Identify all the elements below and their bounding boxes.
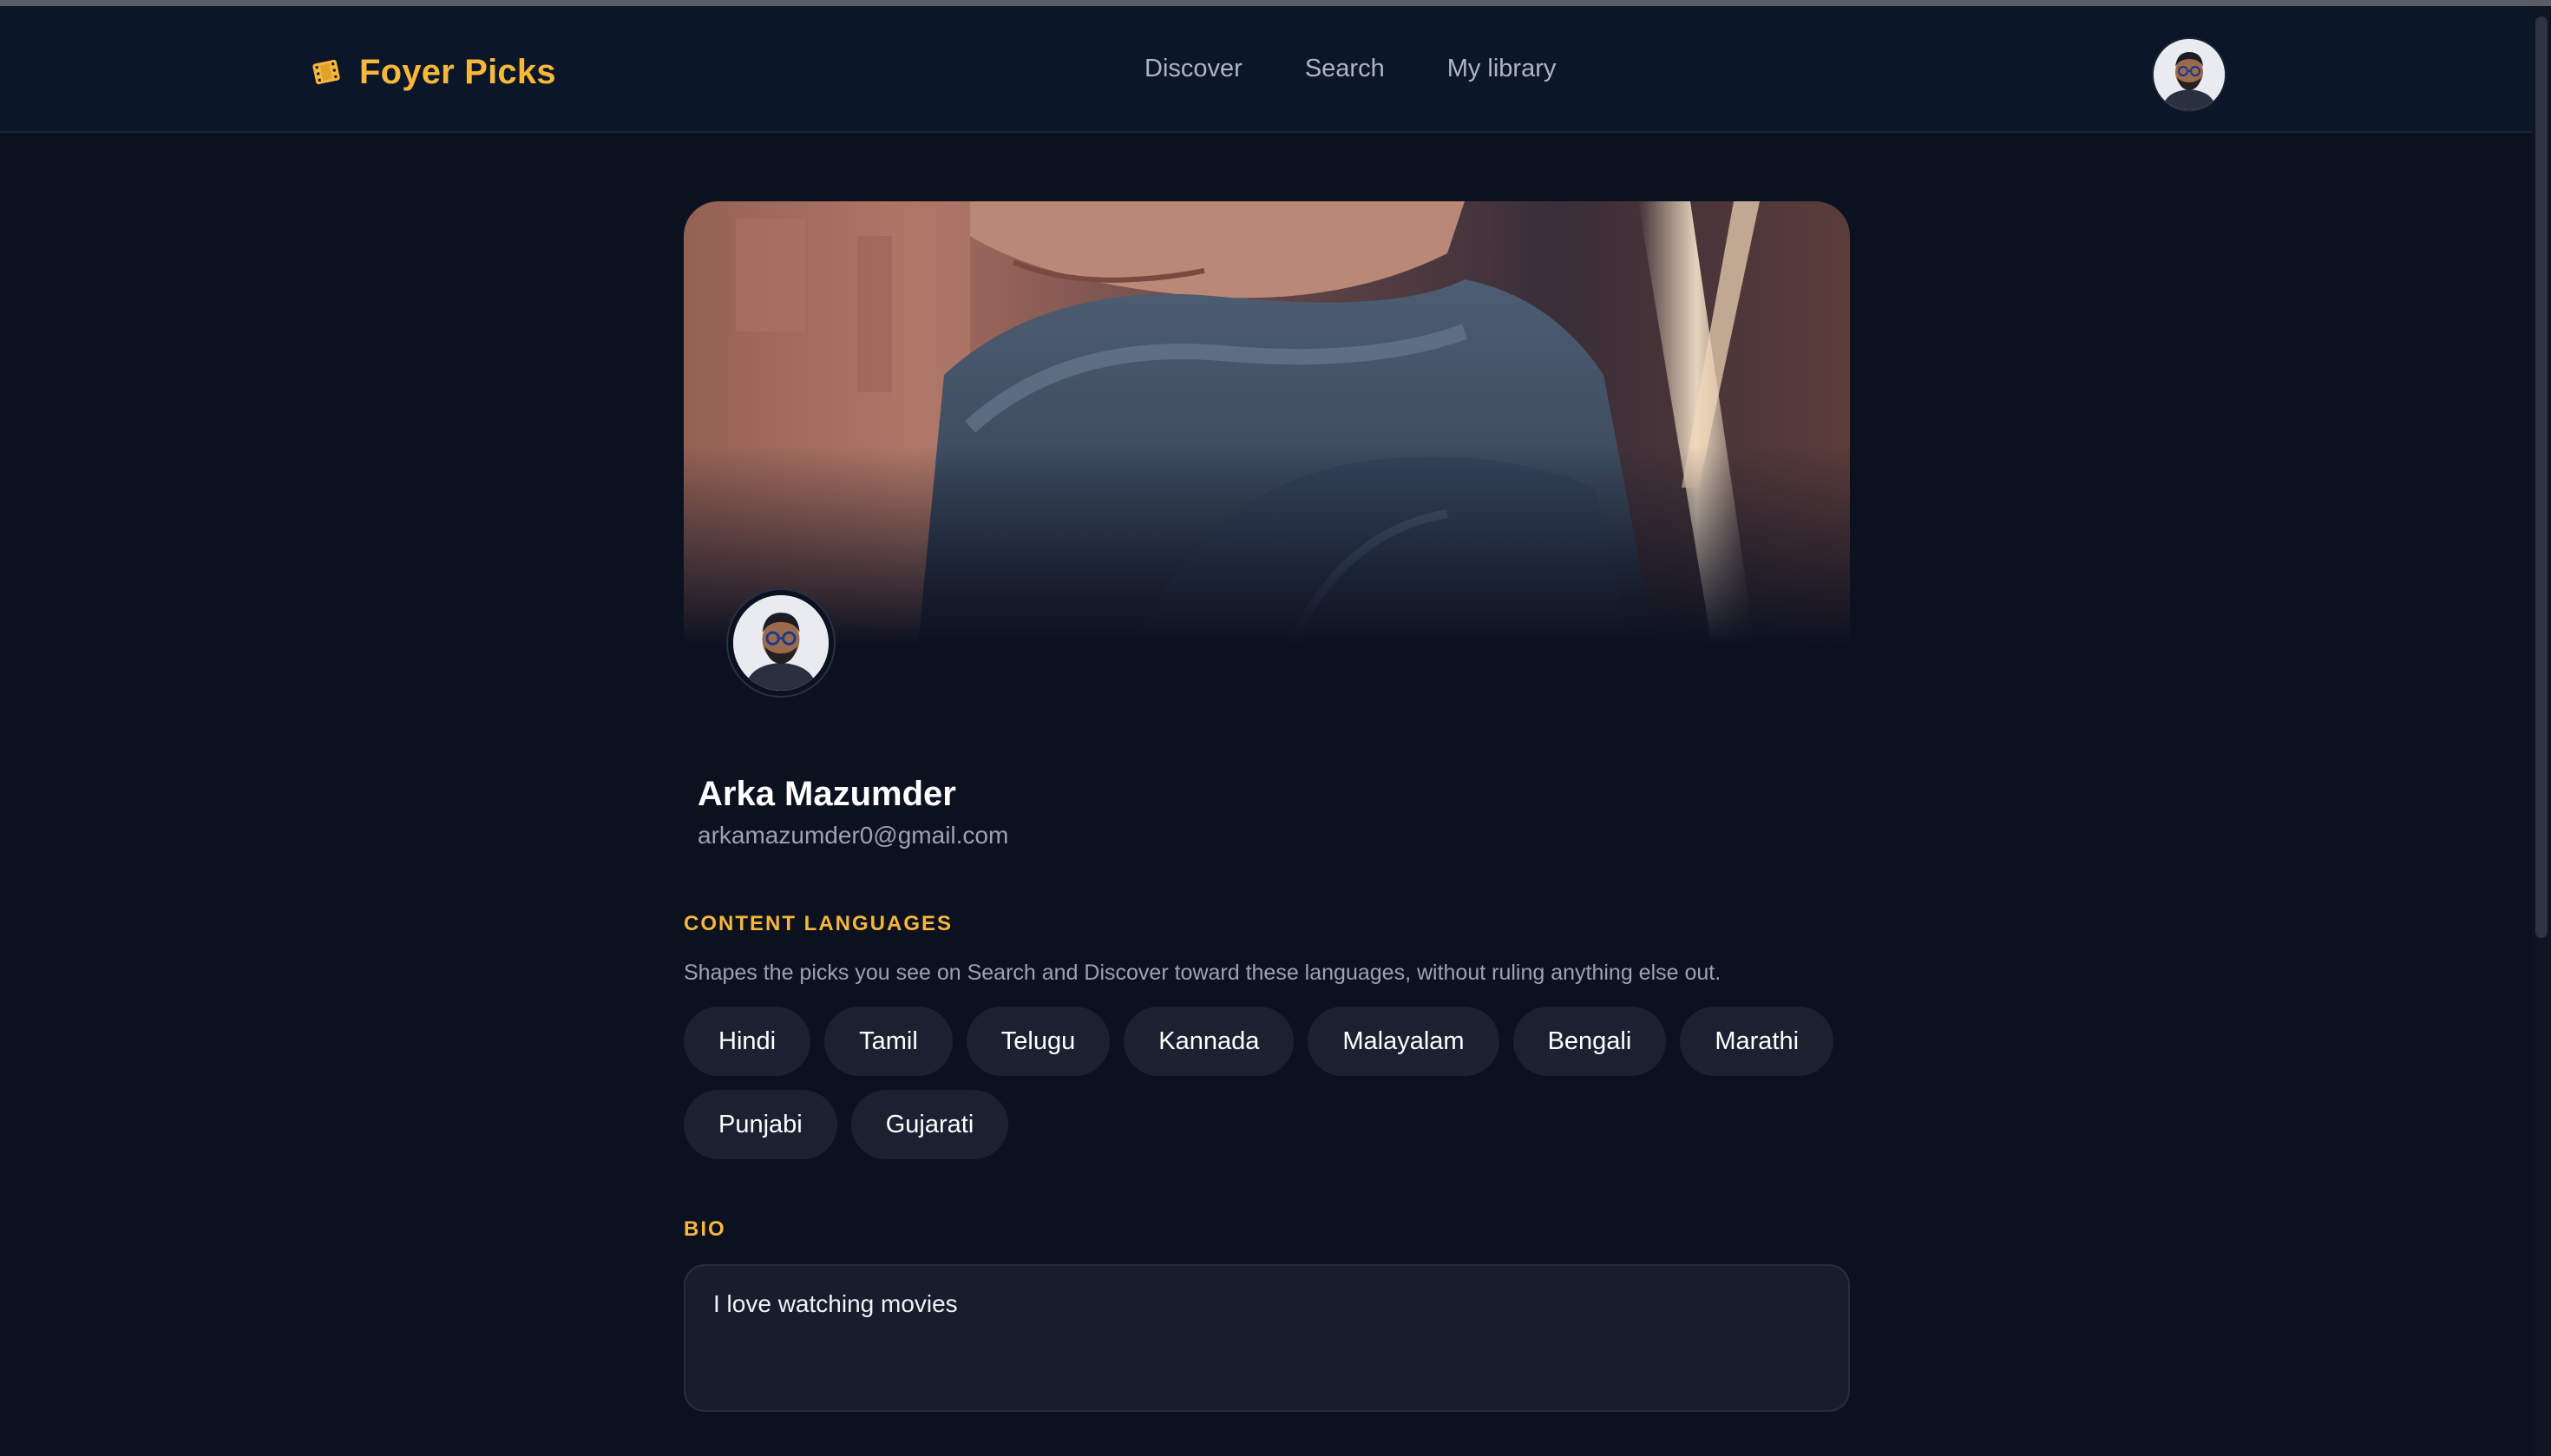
language-chip-list: Hindi Tamil Telugu Kannada Malayalam Ben…: [684, 1007, 1864, 1159]
language-chip-tamil[interactable]: Tamil: [824, 1007, 953, 1076]
brand-logo[interactable]: Foyer Picks: [309, 49, 556, 95]
bio-textarea[interactable]: I love watching movies: [684, 1264, 1850, 1412]
film-icon: [312, 59, 340, 85]
content-languages-hint: Shapes the picks you see on Search and D…: [684, 961, 1721, 985]
movie-still-cover: [684, 201, 1850, 646]
user-avatar-icon: [2154, 39, 2225, 110]
profile-avatar[interactable]: [728, 590, 834, 696]
language-chip-punjabi[interactable]: Punjabi: [684, 1090, 837, 1159]
language-chip-malayalam[interactable]: Malayalam: [1308, 1007, 1499, 1076]
brand-name: Foyer Picks: [359, 52, 556, 91]
user-avatar-icon: [733, 595, 829, 691]
scrollbar-thumb[interactable]: [2535, 16, 2548, 938]
page-scrollbar[interactable]: [2532, 6, 2551, 1456]
language-chip-bengali[interactable]: Bengali: [1512, 1007, 1667, 1076]
language-chip-marathi[interactable]: Marathi: [1680, 1007, 1834, 1076]
nav-link-search[interactable]: Search: [1305, 55, 1385, 83]
nav-user-avatar[interactable]: [2154, 39, 2225, 110]
nav-link-my-library[interactable]: My library: [1447, 55, 1557, 83]
main-nav: Discover Search My library: [1144, 55, 1556, 83]
profile-email: arkamazumder0@gmail.com: [698, 822, 1009, 849]
language-chip-hindi[interactable]: Hindi: [684, 1007, 811, 1076]
top-navbar: Foyer Picks Discover Search My library: [0, 6, 2551, 133]
profile-cover-image: [684, 201, 1850, 646]
language-chip-telugu[interactable]: Telugu: [966, 1007, 1111, 1076]
profile-name: Arka Mazumder: [698, 775, 956, 813]
window-top-edge: [0, 0, 2551, 6]
nav-link-discover[interactable]: Discover: [1144, 55, 1243, 83]
bio-heading: BIO: [684, 1217, 726, 1241]
language-chip-gujarati[interactable]: Gujarati: [850, 1090, 1009, 1159]
language-chip-kannada[interactable]: Kannada: [1124, 1007, 1295, 1076]
content-languages-heading: CONTENT LANGUAGES: [684, 912, 953, 935]
